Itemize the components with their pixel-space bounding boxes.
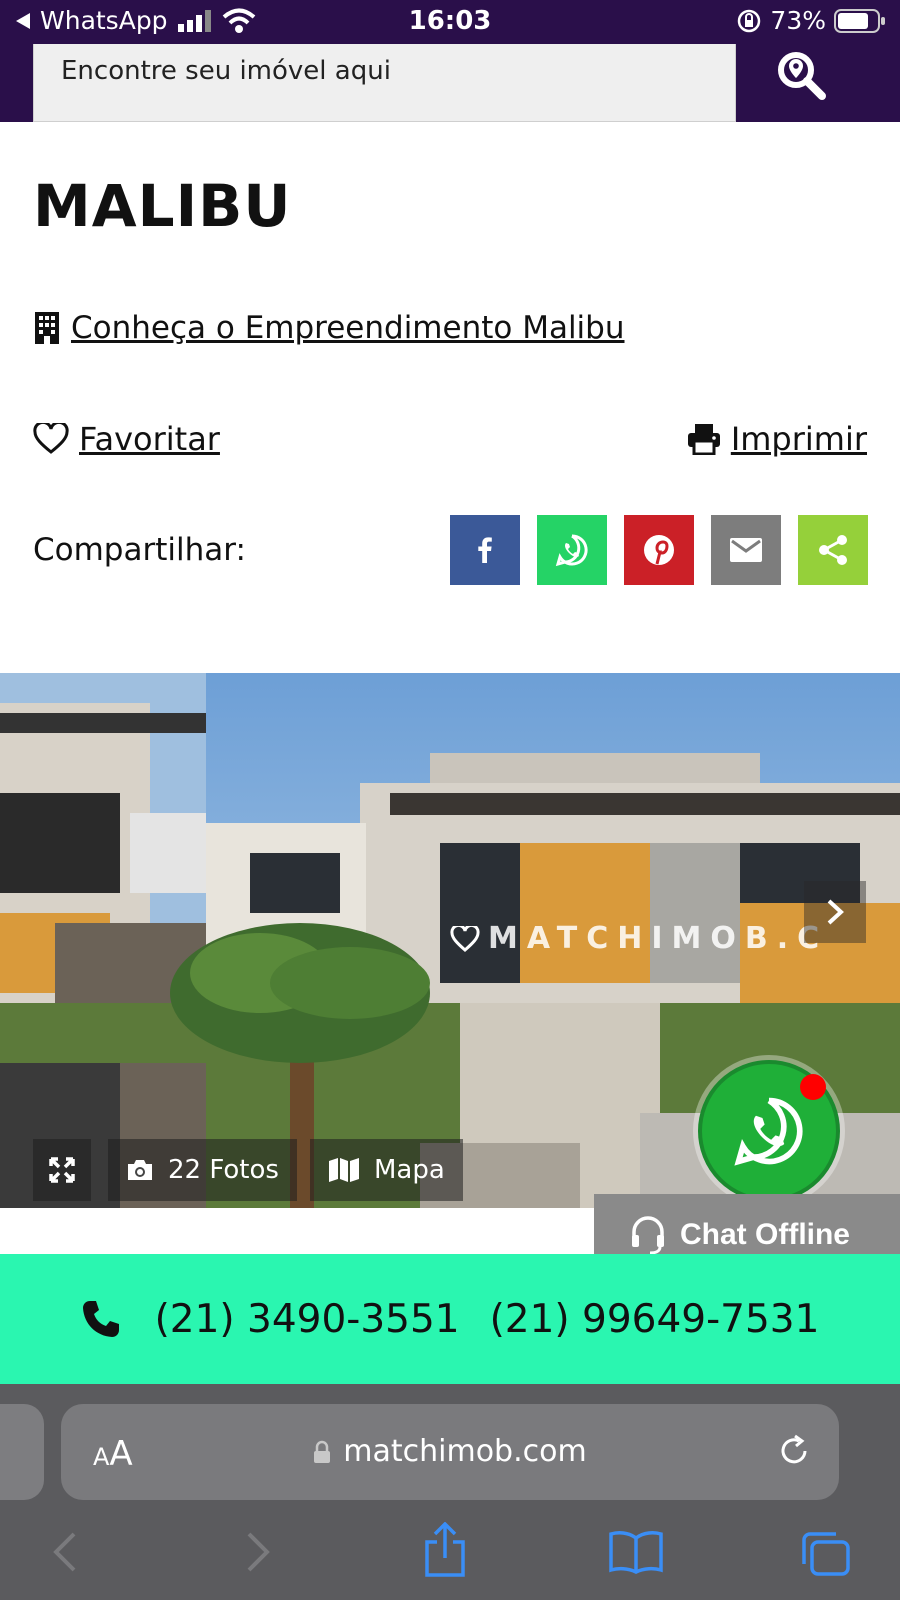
url-text: matchimob.com [343,1434,587,1469]
gallery-next-button[interactable] [804,881,866,943]
photos-button[interactable]: 22 Fotos [108,1139,297,1201]
contact-bar: (21) 3490-3551 (21) 99649-7531 [0,1254,900,1384]
whatsapp-icon [555,534,588,567]
favorite-label: Favoritar [79,420,220,458]
share-icon [819,535,847,565]
heart-icon [33,423,69,454]
print-label: Imprimir [730,420,867,458]
building-icon [35,312,59,344]
whatsapp-icon [734,1097,803,1166]
map-button[interactable]: Mapa [310,1139,463,1201]
share-facebook-button[interactable] [450,515,520,585]
expand-icon [49,1157,75,1183]
print-button[interactable]: Imprimir [687,420,867,458]
chat-offline-label: Chat Offline [680,1218,850,1251]
back-icon[interactable] [50,1530,80,1574]
map-search-icon[interactable] [776,50,828,102]
site-header: Encontre seu imóvel aqui [0,44,900,122]
phone-number-2[interactable]: (21) 99649-7531 [490,1297,820,1342]
share-generic-button[interactable] [798,515,868,585]
notification-dot [800,1074,826,1100]
heart-logo-icon [450,925,480,952]
battery-icon [834,8,885,33]
search-input[interactable]: Encontre seu imóvel aqui [33,44,736,122]
development-link-label: Conheça o Empreendimento Malibu [71,310,625,346]
phone-number-1[interactable]: (21) 3490-3551 [155,1297,460,1342]
camera-icon [128,1160,152,1180]
watermark-text: MATCHIMOB.C [488,921,829,956]
reload-icon[interactable] [775,1432,813,1470]
status-right: 73% [736,6,886,35]
browser-toolbar: AA matchimob.com [0,1384,900,1600]
tabs-icon[interactable] [800,1530,852,1578]
development-link[interactable]: Conheça o Empreendimento Malibu [33,310,625,346]
status-bar: WhatsApp 16:03 73% [0,0,900,44]
email-icon [730,538,762,562]
printer-icon [687,424,720,455]
share-pinterest-button[interactable] [624,515,694,585]
url-display[interactable]: matchimob.com [61,1434,839,1469]
gallery-watermark: MATCHIMOB.C [450,921,828,956]
share-whatsapp-button[interactable] [537,515,607,585]
favorite-button[interactable]: Favoritar [33,420,220,458]
facebook-icon [478,537,492,563]
rotation-lock-icon [738,9,761,32]
photos-label: 22 Fotos [168,1155,279,1185]
forward-icon[interactable] [243,1530,273,1574]
share-label: Compartilhar: [33,532,246,568]
share-sheet-icon[interactable] [422,1522,468,1578]
map-label: Mapa [374,1155,445,1185]
address-bar[interactable]: AA matchimob.com [61,1404,839,1500]
battery-percent: 73% [770,6,826,35]
previous-tab-stub[interactable] [0,1404,44,1500]
property-title: MALIBU [33,172,292,240]
bookmarks-icon[interactable] [608,1530,664,1574]
fullscreen-button[interactable] [33,1139,91,1201]
map-icon [329,1158,359,1182]
pinterest-icon [644,535,674,565]
share-email-button[interactable] [711,515,781,585]
chevron-right-icon [827,899,844,925]
lock-icon [314,1440,331,1463]
phone-icon [82,1301,119,1337]
headset-icon [632,1216,664,1255]
